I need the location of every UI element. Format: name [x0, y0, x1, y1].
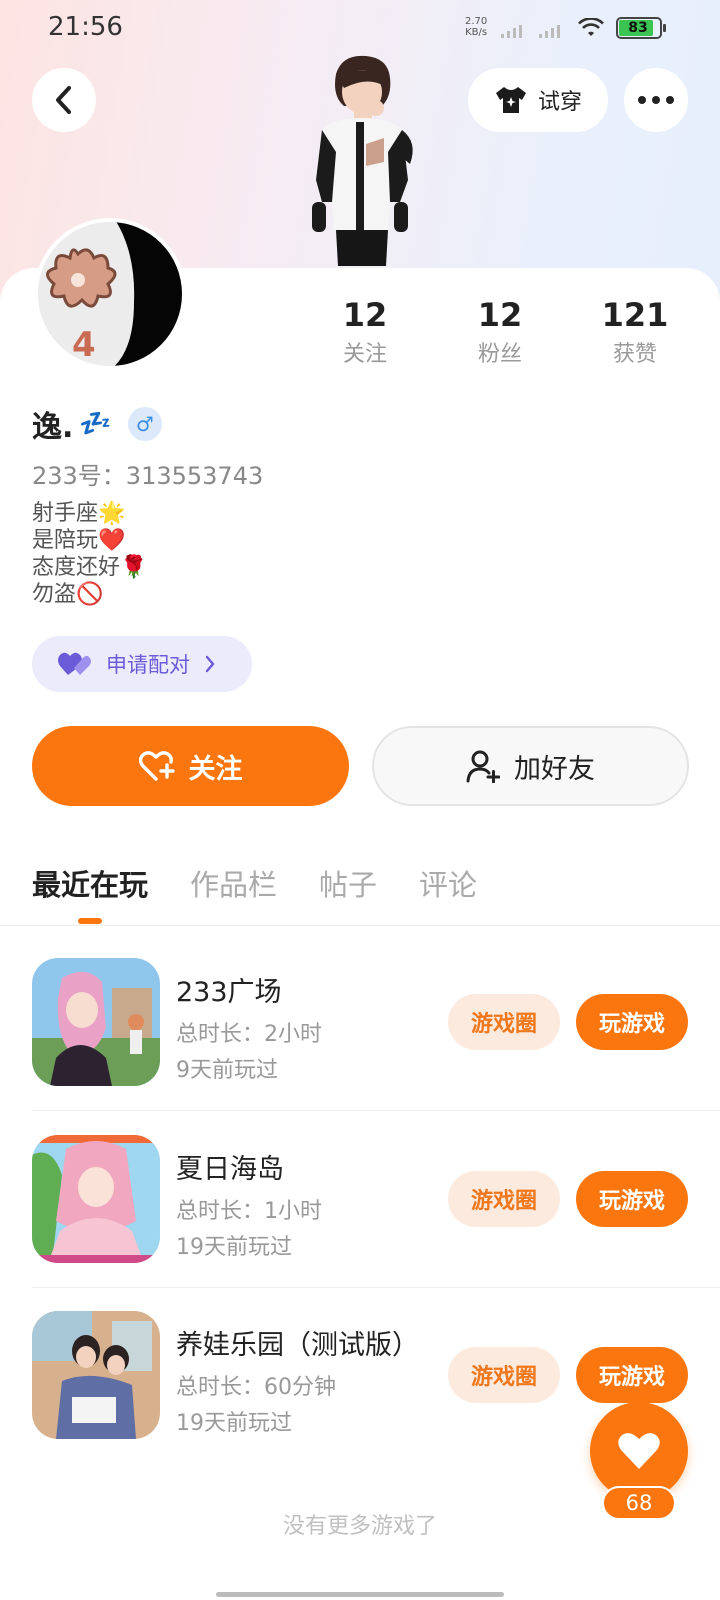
- game-last-played: 9天前玩过: [176, 1058, 278, 1083]
- game-icon: [32, 958, 160, 1086]
- game-circle-button[interactable]: 游戏圈: [448, 994, 560, 1050]
- tshirt-icon: [495, 87, 526, 113]
- heart-add-icon: [138, 751, 175, 781]
- stat-likes-label: 获赞: [612, 342, 657, 367]
- stat-followers-label: 粉丝: [477, 342, 522, 367]
- svg-text:4: 4: [72, 325, 96, 365]
- game-title: 233广场: [176, 977, 282, 1008]
- profile-name-text: 逸.: [32, 410, 74, 445]
- game-last-played: 19天前玩过: [176, 1411, 292, 1436]
- tab-comments[interactable]: 评论: [419, 862, 477, 904]
- apply-pair-button[interactable]: 申请配对: [32, 636, 252, 692]
- game-circle-button[interactable]: 游戏圈: [448, 1171, 560, 1227]
- list-divider: [32, 1287, 720, 1288]
- game-duration: 总时长：1小时: [176, 1199, 322, 1224]
- profile-tabs: 最近在玩 作品栏 帖子 评论: [32, 862, 477, 924]
- apply-pair-label: 申请配对: [106, 653, 190, 677]
- game-circle-button[interactable]: 游戏圈: [448, 1347, 560, 1403]
- bio-line: 是陪玩❤️: [32, 528, 126, 553]
- game-item[interactable]: 233广场 总时长：2小时 9天前玩过 游戏圈 玩游戏: [32, 958, 688, 1086]
- add-user-icon: [466, 750, 500, 783]
- cell-signal-icon: [501, 25, 522, 38]
- try-on-button[interactable]: 试穿: [468, 68, 608, 132]
- tab-divider: [0, 925, 720, 926]
- stat-followers[interactable]: 12 粉丝: [455, 296, 545, 368]
- follow-label: 关注: [188, 753, 243, 785]
- wifi-icon: [578, 18, 604, 36]
- profile-name: 逸. 💤 ♂: [32, 402, 162, 446]
- game-icon: [32, 1135, 160, 1263]
- more-button[interactable]: [624, 68, 688, 132]
- user-id: 233号：313553743: [32, 462, 264, 490]
- game-icon: [32, 1311, 160, 1439]
- game-last-played: 19天前玩过: [176, 1235, 292, 1260]
- more-dots-icon: [638, 96, 674, 104]
- bio-line: 态度还好🌹: [32, 555, 148, 580]
- add-friend-label: 加好友: [514, 753, 595, 785]
- status-bar: 21:56 2.70 KB/s 83: [0, 0, 720, 56]
- network-speed: 2.70 KB/s: [465, 16, 487, 38]
- play-game-button[interactable]: 玩游戏: [576, 994, 688, 1050]
- network-speed-unit: KB/s: [465, 27, 488, 38]
- bio-line: 勿盗🚫: [32, 582, 104, 607]
- battery-indicator: 83: [616, 17, 666, 39]
- stat-likes-value: 121: [601, 296, 669, 334]
- stat-following[interactable]: 12 关注: [320, 296, 410, 368]
- try-on-label: 试穿: [537, 90, 582, 115]
- bio-line: 射手座🌟: [32, 501, 126, 526]
- stat-followers-value: 12: [477, 296, 523, 334]
- gender-symbol: ♂: [135, 412, 154, 436]
- stat-following-label: 关注: [342, 342, 387, 367]
- add-friend-button[interactable]: 加好友: [372, 726, 689, 806]
- game-item[interactable]: 养娃乐园（测试版） 总时长：60分钟 19天前玩过 游戏圈 玩游戏: [32, 1311, 688, 1439]
- game-title: 养娃乐园（测试版）: [176, 1330, 419, 1361]
- game-title: 夏日海岛: [176, 1154, 284, 1185]
- heart-icon: [618, 1433, 660, 1469]
- avatar-character-image: [312, 55, 413, 266]
- network-speed-value: 2.70: [465, 16, 488, 27]
- status-time: 21:56: [48, 12, 123, 42]
- chevron-left-icon: [56, 86, 71, 114]
- name-emoji: 💤: [79, 409, 112, 439]
- avatar[interactable]: 4: [34, 218, 186, 370]
- double-heart-icon: [58, 652, 91, 675]
- tab-recently-played[interactable]: 最近在玩: [32, 862, 148, 924]
- game-duration: 总时长：60分钟: [176, 1375, 336, 1400]
- follow-button[interactable]: 关注: [32, 726, 349, 806]
- play-game-button[interactable]: 玩游戏: [576, 1171, 688, 1227]
- battery-level: 83: [628, 20, 648, 36]
- bio: 射手座🌟 是陪玩❤️ 态度还好🌹 勿盗🚫: [32, 500, 147, 608]
- list-divider: [32, 1110, 720, 1111]
- home-indicator[interactable]: [216, 1592, 504, 1597]
- play-game-button[interactable]: 玩游戏: [576, 1347, 688, 1403]
- game-duration: 总时长：2小时: [176, 1022, 322, 1047]
- cell-signal-icon: [539, 25, 560, 38]
- tab-works[interactable]: 作品栏: [190, 862, 277, 904]
- back-button[interactable]: [32, 68, 96, 132]
- chevron-right-icon: [205, 655, 215, 673]
- stat-following-value: 12: [342, 296, 388, 334]
- like-count: 68: [602, 1486, 676, 1520]
- tab-posts[interactable]: 帖子: [319, 862, 377, 904]
- game-item[interactable]: 夏日海岛 总时长：1小时 19天前玩过 游戏圈 玩游戏: [32, 1135, 688, 1263]
- gender-male-icon: ♂: [127, 407, 162, 441]
- avatar-image: 4: [38, 222, 182, 366]
- stat-likes[interactable]: 121 获赞: [590, 296, 680, 368]
